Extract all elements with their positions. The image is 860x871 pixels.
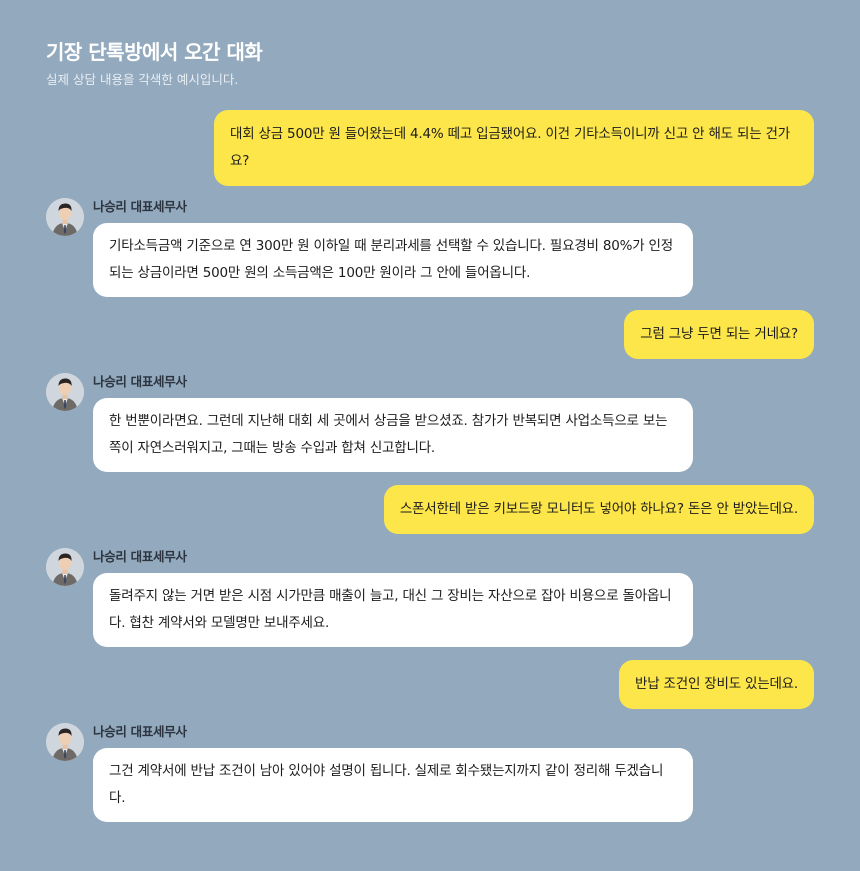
user-message: 대회 상금 500만 원 들어왔는데 4.4% 떼고 입금됐어요. 이건 기타소… bbox=[214, 110, 814, 186]
advisor-avatar-icon bbox=[46, 198, 84, 236]
user-message: 그럼 그냥 두면 되는 거네요? bbox=[624, 310, 814, 359]
advisor-avatar-icon bbox=[46, 548, 84, 586]
advisor-name: 나승리 대표세무사 bbox=[93, 724, 187, 739]
advisor-message-group: 나승리 대표세무사 돌려주지 않는 거면 받은 시점 시가만큼 매출이 늘고, … bbox=[46, 548, 696, 647]
advisor-message: 한 번뿐이라면요. 그런데 지난해 대회 세 곳에서 상금을 받으셨죠. 참가가… bbox=[93, 398, 693, 472]
advisor-message-group: 나승리 대표세무사 그건 계약서에 반납 조건이 남아 있어야 설명이 됩니다.… bbox=[46, 723, 696, 822]
advisor-avatar-icon bbox=[46, 723, 84, 761]
advisor-message: 기타소득금액 기준으로 연 300만 원 이하일 때 분리과세를 선택할 수 있… bbox=[93, 223, 693, 297]
user-message: 반납 조건인 장비도 있는데요. bbox=[618, 660, 814, 709]
chat-window: 기장 단톡방에서 오간 대화 실제 상담 내용을 각색한 예시입니다. 대회 상… bbox=[0, 0, 860, 871]
chat-header: 기장 단톡방에서 오간 대화 실제 상담 내용을 각색한 예시입니다. bbox=[46, 38, 263, 89]
page-subtitle: 실제 상담 내용을 각색한 예시입니다. bbox=[46, 72, 239, 87]
advisor-avatar-icon bbox=[46, 373, 84, 411]
user-message: 스폰서한테 받은 키보드랑 모니터도 넣어야 하나요? 돈은 안 받았는데요. bbox=[383, 485, 814, 534]
advisor-name: 나승리 대표세무사 bbox=[93, 199, 187, 214]
advisor-name: 나승리 대표세무사 bbox=[93, 549, 187, 564]
advisor-message: 돌려주지 않는 거면 받은 시점 시가만큼 매출이 늘고, 대신 그 장비는 자… bbox=[93, 573, 693, 647]
advisor-message-group: 나승리 대표세무사 기타소득금액 기준으로 연 300만 원 이하일 때 분리과… bbox=[46, 198, 696, 297]
advisor-message: 그건 계약서에 반납 조건이 남아 있어야 설명이 됩니다. 실제로 회수됐는지… bbox=[93, 748, 693, 822]
advisor-message-group: 나승리 대표세무사 한 번뿐이라면요. 그런데 지난해 대회 세 곳에서 상금을… bbox=[46, 373, 696, 472]
page-title: 기장 단톡방에서 오간 대화 bbox=[46, 40, 263, 64]
advisor-name: 나승리 대표세무사 bbox=[93, 374, 187, 389]
